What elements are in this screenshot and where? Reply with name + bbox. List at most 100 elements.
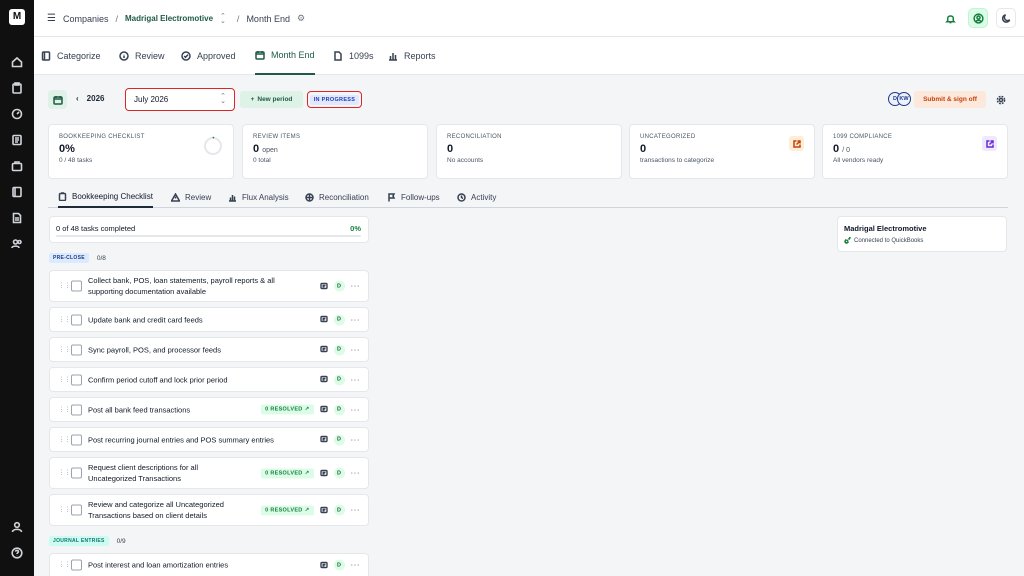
new-period-button[interactable]: + New period bbox=[240, 91, 303, 108]
bell-icon[interactable] bbox=[940, 8, 960, 28]
tab-reports[interactable]: Reports bbox=[388, 37, 436, 75]
drag-handle-icon[interactable]: ⋮⋮ bbox=[58, 562, 71, 569]
company-connection-card[interactable]: Madrigal Electromotive Connected to Quic… bbox=[837, 216, 1007, 252]
more-icon[interactable]: ··· bbox=[351, 506, 361, 515]
drag-handle-icon[interactable]: ⋮⋮ bbox=[58, 346, 71, 353]
checklist-task[interactable]: ⋮⋮ Review and categorize all Uncategoriz… bbox=[49, 494, 369, 526]
assignee-badge[interactable]: D bbox=[333, 314, 345, 325]
assignee-badge[interactable]: D bbox=[333, 559, 345, 571]
chevron-left-icon[interactable]: ‹ bbox=[76, 94, 79, 103]
briefcase-icon[interactable] bbox=[9, 158, 25, 174]
drag-handle-icon[interactable]: ⋮⋮ bbox=[58, 436, 71, 443]
resolved-badge[interactable]: 0 RESOLVED ↗ bbox=[261, 404, 314, 415]
moon-icon[interactable] bbox=[996, 8, 1016, 28]
breadcrumb-company[interactable]: Madrigal Electromotive bbox=[125, 14, 213, 23]
more-icon[interactable]: ··· bbox=[351, 375, 361, 384]
clipboard-icon[interactable] bbox=[9, 80, 25, 96]
more-icon[interactable]: ··· bbox=[351, 435, 361, 444]
comment-icon[interactable] bbox=[319, 561, 328, 569]
checklist-task[interactable]: ⋮⋮ Confirm period cutoff and lock prior … bbox=[49, 367, 369, 392]
account-avatar-icon[interactable] bbox=[968, 8, 988, 28]
comment-icon[interactable] bbox=[319, 282, 328, 290]
app-logo[interactable]: M bbox=[9, 9, 25, 25]
checklist-task[interactable]: ⋮⋮ Request client descriptions for all Un… bbox=[49, 457, 369, 489]
more-icon[interactable]: ··· bbox=[351, 282, 361, 291]
more-icon[interactable]: ··· bbox=[351, 405, 361, 414]
resolved-badge[interactable]: 0 RESOLVED ↗ bbox=[261, 468, 314, 478]
assignee-avatars[interactable]: D KW bbox=[888, 92, 911, 106]
settings-icon[interactable]: ⚙ bbox=[297, 13, 305, 24]
drag-handle-icon[interactable]: ⋮⋮ bbox=[58, 376, 71, 383]
subtab-bookkeeping-checklist[interactable]: Bookkeeping Checklist bbox=[58, 187, 153, 208]
more-icon[interactable]: ··· bbox=[351, 345, 361, 354]
external-link-icon[interactable] bbox=[789, 136, 804, 151]
comment-icon[interactable] bbox=[319, 506, 328, 514]
subtab-reconciliation[interactable]: Reconciliation bbox=[305, 187, 369, 207]
menu-icon[interactable]: ☰ bbox=[47, 13, 56, 24]
external-link-icon[interactable] bbox=[982, 136, 997, 151]
more-icon[interactable]: ··· bbox=[351, 561, 361, 570]
drag-handle-icon[interactable]: ⋮⋮ bbox=[58, 507, 71, 514]
checklist-task[interactable]: ⋮⋮ Update bank and credit card feeds D ·… bbox=[49, 307, 369, 332]
resolved-badge[interactable]: 0 RESOLVED ↗ bbox=[261, 505, 314, 515]
tab-review[interactable]: Review bbox=[119, 37, 165, 75]
calendar-button[interactable] bbox=[48, 90, 67, 109]
drag-handle-icon[interactable]: ⋮⋮ bbox=[58, 283, 71, 290]
drag-handle-icon[interactable]: ⋮⋮ bbox=[58, 316, 71, 323]
card-uncategorized[interactable]: UNCATEGORIZED 0 transactions to categori… bbox=[629, 124, 815, 179]
submit-signoff-button[interactable]: Submit & sign off bbox=[914, 91, 986, 108]
gear-icon[interactable] bbox=[996, 95, 1006, 105]
home-icon[interactable] bbox=[9, 54, 25, 70]
drag-handle-icon[interactable]: ⋮⋮ bbox=[58, 470, 71, 477]
file-icon[interactable] bbox=[9, 210, 25, 226]
checklist-task[interactable]: ⋮⋮ Collect bank, POS, loan statements, p… bbox=[49, 270, 369, 302]
comment-icon[interactable] bbox=[319, 375, 328, 384]
assignee-badge[interactable]: D bbox=[333, 404, 345, 415]
subtab-flux-analysis[interactable]: Flux Analysis bbox=[228, 187, 289, 207]
tab-approved[interactable]: Approved bbox=[181, 37, 236, 75]
book-icon[interactable] bbox=[9, 184, 25, 200]
ledger-icon[interactable] bbox=[9, 132, 25, 148]
card-bookkeeping[interactable]: BOOKKEEPING CHECKLIST 0% 0 / 48 tasks bbox=[48, 124, 234, 179]
task-checkbox[interactable] bbox=[71, 559, 82, 571]
checklist-task[interactable]: ⋮⋮ Post recurring journal entries and PO… bbox=[49, 427, 369, 452]
comment-icon[interactable] bbox=[319, 435, 328, 444]
task-checkbox[interactable] bbox=[71, 434, 82, 445]
checklist-task[interactable]: ⋮⋮ Sync payroll, POS, and processor feed… bbox=[49, 337, 369, 362]
tab-categorize[interactable]: Categorize bbox=[41, 37, 101, 75]
month-select[interactable]: July 2026 ⌃ ⌄ bbox=[125, 88, 235, 111]
more-icon[interactable]: ··· bbox=[351, 315, 361, 324]
tab-month-end[interactable]: Month End bbox=[255, 37, 315, 75]
subtab-review[interactable]: Review bbox=[171, 187, 211, 207]
comment-icon[interactable] bbox=[319, 315, 328, 324]
assignee-badge[interactable]: D bbox=[333, 344, 345, 355]
drag-handle-icon[interactable]: ⋮⋮ bbox=[58, 406, 71, 413]
users-icon[interactable] bbox=[9, 236, 25, 252]
task-checkbox[interactable] bbox=[71, 404, 82, 415]
task-checkbox[interactable] bbox=[71, 467, 82, 479]
breadcrumb-companies[interactable]: Companies bbox=[63, 14, 109, 24]
section-journal-entries[interactable]: JOURNAL ENTRIES 0/9 bbox=[49, 535, 126, 547]
more-icon[interactable]: ··· bbox=[351, 469, 361, 478]
assignee-badge[interactable]: D bbox=[333, 374, 345, 385]
task-checkbox[interactable] bbox=[71, 344, 82, 355]
section-pre-close[interactable]: PRE-CLOSE 0/8 bbox=[49, 252, 106, 264]
assignee-badge[interactable]: D bbox=[333, 467, 345, 479]
tab-1099s[interactable]: 1099s bbox=[333, 37, 374, 75]
card-review-items[interactable]: REVIEW ITEMS 0 open 0 total bbox=[242, 124, 428, 179]
checklist-task[interactable]: ⋮⋮ Post all bank feed transactions 0 RES… bbox=[49, 397, 369, 422]
assignee-badge[interactable]: D bbox=[333, 504, 345, 516]
task-checkbox[interactable] bbox=[71, 314, 82, 325]
comment-icon[interactable] bbox=[319, 345, 328, 354]
user-profile-icon[interactable] bbox=[9, 519, 25, 535]
subtab-follow-ups[interactable]: Follow-ups bbox=[387, 187, 440, 207]
assignee-badge[interactable]: D bbox=[333, 434, 345, 445]
checklist-task[interactable]: ⋮⋮ Post interest and loan amortization e… bbox=[49, 553, 369, 576]
card-1099-compliance[interactable]: 1099 COMPLIANCE 0 / 0 All vendors ready bbox=[822, 124, 1008, 179]
subtab-activity[interactable]: Activity bbox=[457, 187, 496, 207]
task-checkbox[interactable] bbox=[71, 280, 82, 292]
task-checkbox[interactable] bbox=[71, 504, 82, 516]
task-checkbox[interactable] bbox=[71, 374, 82, 385]
card-reconciliation[interactable]: RECONCILIATION 0 No accounts bbox=[436, 124, 622, 179]
gauge-icon[interactable] bbox=[9, 106, 25, 122]
